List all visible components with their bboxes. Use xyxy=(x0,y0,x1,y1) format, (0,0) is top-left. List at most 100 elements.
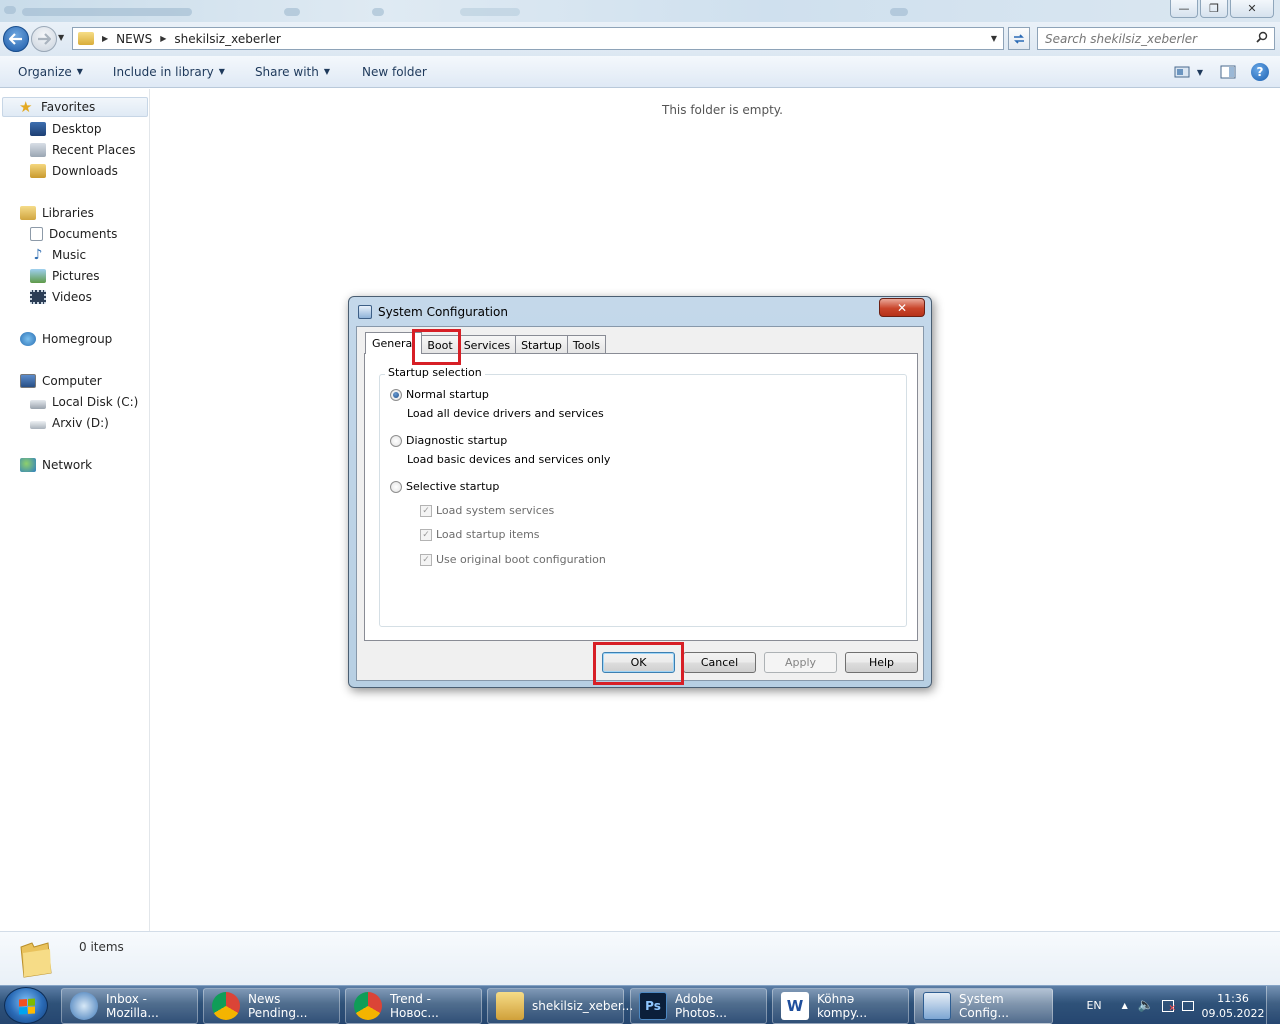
cancel-button[interactable]: Cancel xyxy=(683,652,756,673)
nav-videos[interactable]: Videos xyxy=(30,287,92,307)
selective-startup-radio[interactable]: Selective startup xyxy=(390,480,499,493)
nav-desktop[interactable]: Desktop xyxy=(30,119,102,139)
taskbar-button-msconfig[interactable]: System Config... xyxy=(914,988,1053,1024)
nav-downloads[interactable]: Downloads xyxy=(30,161,118,181)
nav-homegroup[interactable]: Homegroup xyxy=(20,329,112,349)
taskbar-button-explorer[interactable]: shekilsiz_xeber... xyxy=(487,988,633,1024)
view-options-dropdown[interactable]: ▼ xyxy=(1194,62,1206,82)
breadcrumb-news[interactable]: NEWS xyxy=(116,32,152,46)
radio-selected[interactable] xyxy=(390,388,402,401)
dialog-title: System Configuration xyxy=(378,305,508,319)
help-button-dialog[interactable]: Help xyxy=(845,652,918,673)
taskbar-button-chrome-news[interactable]: News Pending... xyxy=(203,988,340,1024)
forward-button[interactable] xyxy=(31,26,57,52)
nav-documents[interactable]: Documents xyxy=(30,224,117,244)
taskbar-label: Köhnə kompy... xyxy=(817,992,868,1020)
help-button[interactable]: ? xyxy=(1250,62,1270,82)
taskbar-button-chrome-trend[interactable]: Trend - Новос... xyxy=(345,988,482,1024)
show-desktop-button[interactable] xyxy=(1266,986,1280,1024)
start-button[interactable] xyxy=(4,987,48,1024)
search-input[interactable] xyxy=(1038,31,1248,46)
dialog-close-button[interactable]: ✕ xyxy=(879,298,925,317)
nav-favorites[interactable]: ★ Favorites xyxy=(2,97,148,117)
diagnostic-startup-radio[interactable]: Diagnostic startup xyxy=(390,434,507,447)
nav-local-disk-c-label: Local Disk (C:) xyxy=(52,395,139,409)
tab-tools[interactable]: Tools xyxy=(566,335,607,354)
recent-pages-dropdown[interactable]: ▼ xyxy=(58,33,64,42)
minimize-button[interactable]: — xyxy=(1170,0,1198,18)
tab-startup[interactable]: Startup xyxy=(515,335,568,354)
load-startup-items-checkbox[interactable]: ✓ Load startup items xyxy=(420,528,540,541)
checkbox-checked-disabled[interactable]: ✓ xyxy=(420,553,432,566)
load-system-services-checkbox[interactable]: ✓ Load system services xyxy=(420,504,554,517)
folder-icon xyxy=(496,992,524,1020)
taskbar-button-photoshop[interactable]: Ps Adobe Photos... xyxy=(630,988,767,1024)
tab-general[interactable]: General xyxy=(365,332,423,354)
chevron-down-icon: ▼ xyxy=(76,67,83,76)
search-box[interactable] xyxy=(1037,27,1275,50)
volume-icon[interactable]: 🔈 xyxy=(1138,998,1154,1013)
radio-unselected[interactable] xyxy=(390,480,402,493)
tab-services[interactable]: Services xyxy=(457,335,517,354)
normal-startup-radio[interactable]: Normal startup xyxy=(390,388,489,401)
recent-places-icon xyxy=(30,143,46,157)
close-window-button[interactable]: ✕ xyxy=(1230,0,1274,18)
organize-button[interactable]: Organize ▼ xyxy=(18,65,83,79)
show-hidden-icons-icon[interactable]: ▲ xyxy=(1122,1001,1128,1010)
photoshop-icon: Ps xyxy=(639,992,667,1020)
maximize-button[interactable]: ❐ xyxy=(1200,0,1228,18)
nav-local-disk-c[interactable]: Local Disk (C:) xyxy=(30,392,138,412)
chevron-down-icon: ▼ xyxy=(323,67,330,76)
selective-startup-label: Selective startup xyxy=(406,480,500,493)
breadcrumb-current-folder[interactable]: shekilsiz_xeberler xyxy=(174,32,280,46)
homegroup-icon xyxy=(20,332,36,346)
address-dropdown-icon[interactable]: ▼ xyxy=(991,34,997,43)
preview-pane-button[interactable] xyxy=(1218,62,1238,82)
nav-computer[interactable]: Computer xyxy=(20,371,102,391)
include-in-library-button[interactable]: Include in library ▼ xyxy=(113,65,225,79)
nav-recent-places-label: Recent Places xyxy=(52,143,136,157)
new-folder-button[interactable]: New folder xyxy=(362,65,427,79)
apply-button[interactable]: Apply xyxy=(764,652,837,673)
tab-strip: General Boot Services Startup Tools xyxy=(365,332,607,354)
network-tray-icon[interactable] xyxy=(1182,1000,1194,1011)
system-configuration-dialog: System Configuration ✕ General Boot Serv… xyxy=(348,296,932,688)
language-indicator[interactable]: EN xyxy=(1086,999,1101,1012)
nav-arxiv-d[interactable]: Arxiv (D:) xyxy=(30,413,109,433)
clock-date: 09.05.2022 xyxy=(1201,1006,1265,1020)
taskbar-button-word[interactable]: W Köhnə kompy... xyxy=(772,988,909,1024)
nav-music-label: Music xyxy=(52,248,87,262)
nav-recent-places[interactable]: Recent Places xyxy=(30,140,135,160)
view-icon xyxy=(1174,66,1190,78)
nav-network[interactable]: Network xyxy=(20,455,92,475)
address-bar[interactable]: ▶ NEWS ▶ shekilsiz_xeberler ▼ xyxy=(72,27,1004,50)
nav-pictures[interactable]: Pictures xyxy=(30,266,100,286)
diagnostic-startup-label: Diagnostic startup xyxy=(406,434,508,447)
ok-button[interactable]: OK xyxy=(602,652,675,673)
chevron-right-icon[interactable]: ▶ xyxy=(160,34,166,43)
search-icon[interactable] xyxy=(1256,31,1268,43)
use-original-boot-config-checkbox[interactable]: ✓ Use original boot configuration xyxy=(420,553,606,566)
load-system-services-label: Load system services xyxy=(436,504,555,517)
change-view-button[interactable] xyxy=(1172,62,1192,82)
nav-music[interactable]: ♪ Music xyxy=(30,245,87,265)
action-center-icon[interactable]: ✕ xyxy=(1162,999,1176,1014)
clock[interactable]: 11:36 09.05.2022 xyxy=(1200,991,1266,1021)
chrome-icon xyxy=(354,992,382,1020)
chevron-right-icon[interactable]: ▶ xyxy=(102,34,108,43)
disk-drive-icon xyxy=(30,421,46,429)
back-button[interactable] xyxy=(3,26,29,52)
share-with-button[interactable]: Share with ▼ xyxy=(255,65,330,79)
nav-libraries-label: Libraries xyxy=(42,206,94,220)
checkbox-checked-disabled[interactable]: ✓ xyxy=(420,528,432,541)
tab-boot[interactable]: Boot xyxy=(421,335,459,354)
refresh-button[interactable] xyxy=(1008,27,1030,50)
taskbar-button-thunderbird[interactable]: Inbox - Mozilla... xyxy=(61,988,198,1024)
nav-libraries[interactable]: Libraries xyxy=(20,203,94,223)
windows-logo-icon xyxy=(19,998,35,1015)
startup-selection-label: Startup selection xyxy=(385,366,485,379)
navigation-pane: ★ Favorites Desktop Recent Places Downlo… xyxy=(0,89,150,931)
checkbox-checked-disabled[interactable]: ✓ xyxy=(420,504,432,517)
nav-pictures-label: Pictures xyxy=(52,269,100,283)
radio-unselected[interactable] xyxy=(390,434,402,447)
